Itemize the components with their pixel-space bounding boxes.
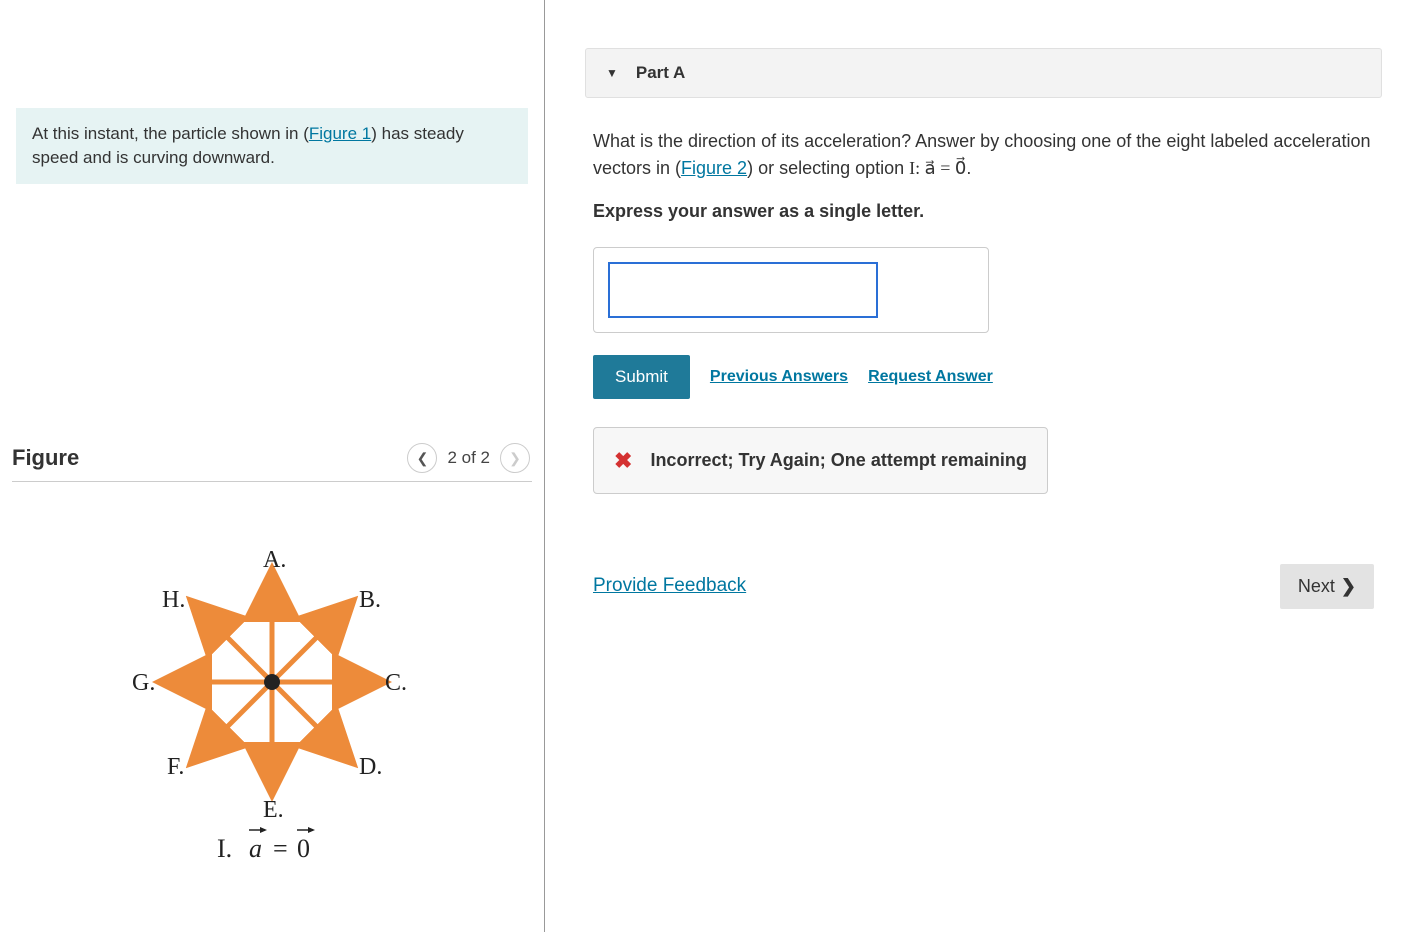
actions-row: Submit Previous Answers Request Answer	[593, 355, 1374, 399]
answer-frame	[593, 247, 989, 333]
label-A: A.	[263, 547, 286, 573]
figure-header: Figure ❮ 2 of 2 ❯	[12, 435, 532, 482]
right-panel: ▼ Part A What is the direction of its ac…	[545, 0, 1402, 932]
provide-feedback-link[interactable]: Provide Feedback	[593, 572, 746, 601]
part-body: What is the direction of its acceleratio…	[585, 98, 1382, 609]
figure-next-button[interactable]: ❯	[500, 443, 530, 473]
feedback-box: ✖ Incorrect; Try Again; One attempt rema…	[593, 427, 1048, 494]
figure-section: Figure ❮ 2 of 2 ❯	[0, 435, 544, 892]
feedback-text: Incorrect; Try Again; One attempt remain…	[650, 447, 1026, 474]
svg-text:0: 0	[297, 834, 310, 863]
label-E: E.	[263, 797, 284, 823]
figure-1-link[interactable]: Figure 1	[309, 124, 371, 143]
x-icon: ✖	[614, 444, 632, 477]
figure-counter: 2 of 2	[447, 448, 490, 468]
acceleration-vectors-figure: A. B. C. D. E. F. G. H. I. a	[97, 512, 447, 892]
figure-title: Figure	[12, 445, 405, 471]
label-H: H.	[162, 587, 185, 613]
label-D: D.	[359, 754, 382, 780]
svg-text:=: =	[273, 834, 288, 863]
svg-text:a: a	[249, 834, 262, 863]
label-F: F.	[167, 754, 184, 780]
label-C: C.	[385, 670, 407, 696]
option-I-math: I: a⃗ = 0⃗	[909, 158, 966, 178]
figure-2-link[interactable]: Figure 2	[681, 158, 747, 178]
submit-button[interactable]: Submit	[593, 355, 690, 399]
svg-text:I.: I.	[217, 834, 232, 863]
label-G: G.	[132, 670, 155, 696]
chevron-right-icon: ❯	[509, 450, 521, 467]
problem-statement: At this instant, the particle shown in (…	[16, 108, 528, 184]
question-mid: ) or selecting option	[747, 158, 909, 178]
question-text: What is the direction of its acceleratio…	[593, 128, 1374, 182]
answer-instruction: Express your answer as a single letter.	[593, 198, 1374, 225]
next-label: Next	[1298, 576, 1335, 597]
chevron-right-icon: ❯	[1341, 576, 1356, 597]
answer-input[interactable]	[608, 262, 878, 318]
left-panel: At this instant, the particle shown in (…	[0, 0, 545, 932]
problem-text-before: At this instant, the particle shown in (	[32, 124, 309, 143]
figure-body: A. B. C. D. E. F. G. H. I. a	[12, 512, 532, 892]
caret-down-icon: ▼	[606, 66, 618, 80]
figure-prev-button[interactable]: ❮	[407, 443, 437, 473]
question-after: .	[966, 158, 971, 178]
previous-answers-link[interactable]: Previous Answers	[710, 365, 848, 389]
label-B: B.	[359, 587, 381, 613]
part-a-header[interactable]: ▼ Part A	[585, 48, 1382, 98]
part-title: Part A	[636, 63, 685, 83]
next-button[interactable]: Next ❯	[1280, 564, 1374, 609]
chevron-left-icon: ❮	[417, 450, 429, 467]
footer-row: Provide Feedback Next ❯	[593, 564, 1374, 609]
request-answer-link[interactable]: Request Answer	[868, 365, 993, 389]
